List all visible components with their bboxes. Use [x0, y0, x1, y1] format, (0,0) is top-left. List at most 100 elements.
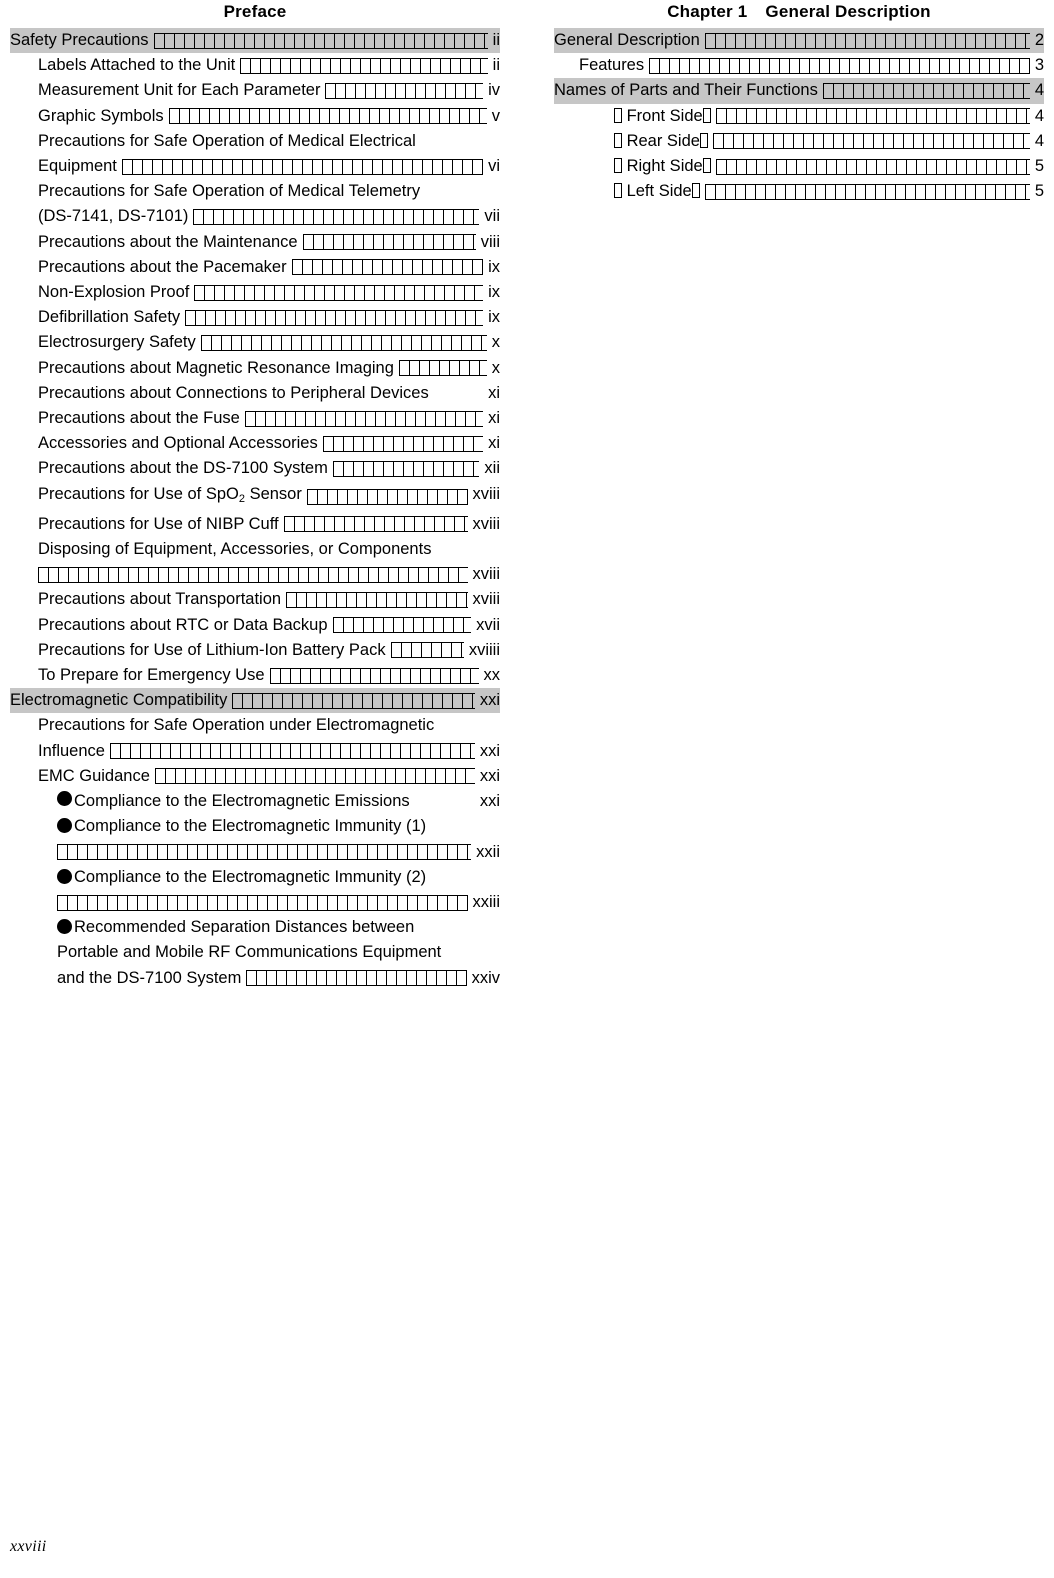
toc-entry-row: EMC Guidance xxi [38, 764, 500, 789]
dot-leader [121, 158, 484, 175]
toc-entry[interactable]: Precautions for Use of Lithium-Ion Batte… [38, 638, 500, 663]
toc-page-number: xi [488, 383, 500, 402]
toc-entry-label: Accessories and Optional Accessories [38, 434, 318, 453]
toc-entry-row: Safety Precautions ii [10, 28, 500, 53]
toc-entry-row: Electrosurgery Safety x [38, 330, 500, 355]
toc-page-number: 5 [1034, 157, 1044, 176]
toc-entry-label: EMC Guidance [38, 766, 150, 785]
toc-entry-row: Defibrillation Safety ix [38, 305, 500, 330]
dot-leader [283, 516, 468, 533]
toc-entry[interactable]: Precautions for Use of NIBP Cuff xviii [38, 512, 500, 537]
toc-entry[interactable]: Right Side 5 [614, 154, 1044, 179]
toc-entry-label: Left Side [614, 179, 700, 204]
toc-entry-label: Front Side [614, 104, 711, 129]
toc-page-number: xx [483, 666, 501, 685]
toc-entry[interactable]: Safety Precautions ii [10, 28, 500, 54]
toc-entry-label: Compliance to the Electromagnetic Emissi… [74, 792, 410, 811]
toc-page-number: xviiii [468, 640, 500, 659]
toc-page-number: xxiv [471, 968, 500, 987]
toc-entry-label: General Description [554, 31, 700, 49]
toc-entry[interactable]: Compliance to the Electromagnetic Immuni… [57, 865, 500, 915]
toc-entry[interactable]: Names of Parts and Their Functions 4 [554, 78, 1044, 104]
toc-entry-row: Precautions about RTC or Data Backup xvii [38, 613, 500, 638]
toc-entry[interactable]: Rear Side 4 [614, 129, 1044, 154]
toc-entry-row: Precautions about Transportation xviii [38, 587, 500, 612]
toc-page-number: x [491, 358, 500, 377]
toc-entry-row: To Prepare for Emergency Use xx [38, 663, 500, 688]
toc-entry[interactable]: Precautions about the DS-7100 System xii [38, 456, 500, 481]
toc-page-number: xxi [479, 691, 500, 710]
dot-leader [185, 309, 484, 326]
toc-entry[interactable]: EMC Guidance xxi [38, 764, 500, 789]
toc-entry[interactable]: Non-Explosion Proof ix [38, 280, 500, 305]
dot-leader [168, 108, 487, 125]
toc-page-number: xxi [479, 792, 500, 811]
toc-entry[interactable]: Precautions about the Maintenance viii [38, 230, 500, 255]
toc-page-number: xii [484, 459, 500, 478]
toc-page-number: xviii [472, 514, 501, 533]
toc-entry[interactable]: Accessories and Optional Accessories xi [38, 431, 500, 456]
dot-leader [154, 768, 475, 785]
toc-entry-row: Precautions about Magnetic Resonance Ima… [38, 356, 500, 381]
bullet-icon [57, 818, 72, 834]
toc-entry-label-line: Portable and Mobile RF Communications Eq… [57, 943, 442, 962]
toc-entry[interactable]: Precautions for Use of SpO2 Sensor xviii [38, 482, 500, 512]
toc-page-number: x [491, 333, 500, 352]
toc-entry-row: Precautions for Use of SpO2 Sensor xviii [38, 482, 500, 512]
toc-entry[interactable]: Defibrillation Safety ix [38, 305, 500, 330]
toc-page-number: xviii [472, 590, 501, 609]
toc-entry[interactable]: Precautions about Magnetic Resonance Ima… [38, 356, 500, 381]
toc-entry[interactable]: To Prepare for Emergency Use xx [38, 663, 500, 688]
toc-entry[interactable]: Electrosurgery Safety x [38, 330, 500, 355]
dot-leader [38, 566, 468, 583]
toc-entry-row: Precautions about Connections to Periphe… [38, 381, 500, 406]
toc-entry-row: Precautions about the Pacemaker ix [38, 255, 500, 280]
right-column-title-chapter: Chapter 1 [667, 2, 748, 21]
toc-entry[interactable]: Precautions for Safe Operation under Ele… [38, 713, 500, 763]
toc-entry[interactable]: General Description 2 [554, 28, 1044, 54]
toc-entry-label-line: Compliance to the Electromagnetic Immuni… [57, 865, 500, 890]
dot-leader [306, 488, 468, 505]
toc-entry-row: Features 3 [579, 53, 1044, 78]
toc-entry[interactable]: Electromagnetic Compatibility xxi [10, 688, 500, 714]
page-folio: xxviii [10, 1538, 47, 1555]
toc-entry[interactable]: Compliance to the Electromagnetic Immuni… [57, 814, 500, 864]
toc-entry-label-line: Disposing of Equipment, Accessories, or … [38, 540, 432, 559]
toc-entry[interactable]: Precautions about RTC or Data Backup xvii [38, 613, 500, 638]
toc-entry-row: Measurement Unit for Each Parameter iv [38, 78, 500, 103]
right-column: Chapter 1 General Description General Des… [527, 0, 1054, 991]
toc-entry-label-line: Precautions for Safe Operation under Ele… [38, 716, 435, 735]
toc-columns: Preface Safety Precautions ii Labels Attac… [0, 0, 1054, 991]
toc-entry[interactable]: Recommended Separation Distances between… [57, 915, 500, 991]
toc-entry[interactable]: Precautions about Transportation xviii [38, 587, 500, 612]
toc-entry-row: xviii [38, 562, 500, 587]
dot-leader [715, 158, 1030, 175]
toc-page-number: ix [488, 308, 500, 327]
toc-entry[interactable]: Labels Attached to the Unit ii [38, 53, 500, 78]
toc-entry[interactable]: Precautions about Connections to Periphe… [38, 381, 500, 406]
right-column-title-name: General Description [765, 2, 931, 21]
dot-leader [246, 970, 467, 987]
toc-entry[interactable]: Compliance to the Electromagnetic Emissi… [57, 789, 500, 814]
toc-entry[interactable]: Precautions about the Pacemaker ix [38, 255, 500, 280]
dot-leader [704, 32, 1030, 49]
toc-entry-row: xxii [57, 840, 500, 865]
toc-page-number: 2 [1034, 31, 1044, 49]
toc-page-number: 4 [1034, 81, 1044, 100]
toc-page-number: xxi [479, 741, 500, 760]
toc-entry[interactable]: Precautions for Safe Operation of Medica… [38, 179, 500, 229]
toc-entry[interactable]: Disposing of Equipment, Accessories, or … [38, 537, 500, 587]
toc-entry-label: Electrosurgery Safety [38, 333, 196, 352]
left-column: Preface Safety Precautions ii Labels Attac… [0, 0, 527, 991]
toc-entry[interactable]: Features 3 [579, 53, 1044, 78]
toc-entry[interactable]: Front Side 4 [614, 104, 1044, 129]
toc-entry[interactable]: Measurement Unit for Each Parameter iv [38, 78, 500, 103]
toc-entry-label-line: Precautions for Safe Operation of Medica… [38, 131, 416, 150]
toc-entry[interactable]: Graphic Symbols v [38, 104, 500, 129]
toc-entry[interactable]: Left Side 5 [614, 179, 1044, 204]
toc-entry-label: Precautions for Use of SpO2 Sensor [38, 484, 302, 505]
toc-entry[interactable]: Precautions about the Fuse xi [38, 406, 500, 431]
toc-entry[interactable]: Precautions for Safe Operation of Medica… [38, 129, 500, 179]
bracket-open-tofu-icon [614, 107, 622, 123]
toc-entry-row: xxiii [57, 890, 500, 915]
